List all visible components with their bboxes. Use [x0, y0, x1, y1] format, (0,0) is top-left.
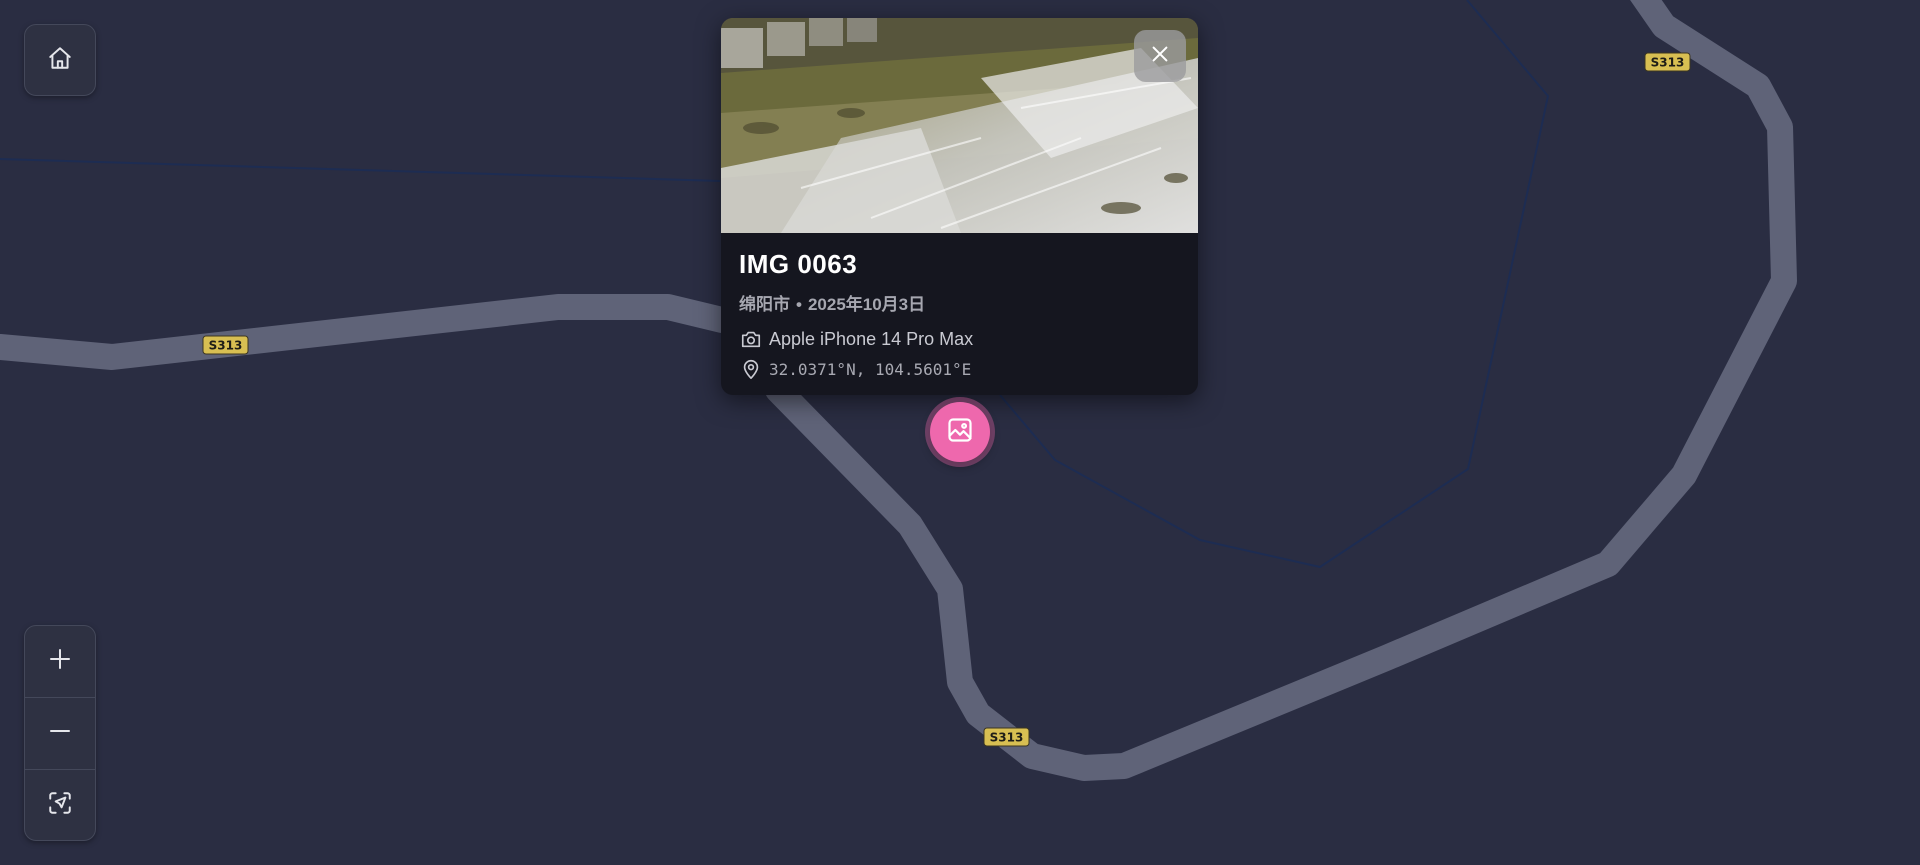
photo-coordinates: 32.0371°N, 104.5601°E — [769, 359, 972, 379]
home-button[interactable] — [24, 24, 96, 96]
svg-text:S313: S313 — [209, 339, 243, 353]
image-icon — [946, 416, 974, 449]
photo-date: 2025年10月3日 — [807, 295, 926, 314]
plus-icon — [48, 647, 72, 676]
minus-icon — [48, 719, 72, 748]
road-shield: S313 — [1644, 52, 1691, 72]
zoom-in-button[interactable] — [25, 626, 95, 697]
road-shield: S313 — [202, 335, 249, 355]
camera-icon — [739, 327, 763, 351]
locate-button[interactable] — [25, 769, 95, 840]
locate-icon — [47, 790, 73, 821]
zoom-controls — [24, 625, 96, 841]
camera-model: Apple iPhone 14 Pro Max — [769, 328, 974, 349]
photo-city: 绵阳市 — [739, 295, 790, 314]
photo-marker[interactable] — [930, 402, 990, 462]
location-row: 32.0371°N, 104.5601°E — [739, 357, 1180, 381]
close-button[interactable] — [1134, 30, 1186, 82]
close-icon — [1149, 43, 1171, 70]
meta-separator: • — [796, 295, 802, 314]
home-icon — [47, 45, 73, 76]
popup-body: IMG 0063 绵阳市 • 2025年10月3日 Apple iPhone 14 … — [721, 233, 1198, 381]
photo-meta: 绵阳市 • 2025年10月3日 — [739, 290, 1180, 315]
photo-title: IMG 0063 — [739, 249, 858, 279]
waterway — [0, 158, 721, 182]
zoom-out-button[interactable] — [25, 697, 95, 769]
photo-popup: IMG 0063 绵阳市 • 2025年10月3日 Apple iPhone 14 … — [721, 18, 1198, 395]
svg-text:S313: S313 — [1651, 56, 1685, 70]
road-shield: S313 — [983, 727, 1030, 747]
location-pin-icon — [739, 357, 763, 381]
svg-text:S313: S313 — [990, 731, 1024, 745]
photo-thumbnail[interactable] — [721, 18, 1198, 233]
road-s313 — [0, 294, 735, 370]
camera-row: Apple iPhone 14 Pro Max — [739, 327, 1180, 351]
